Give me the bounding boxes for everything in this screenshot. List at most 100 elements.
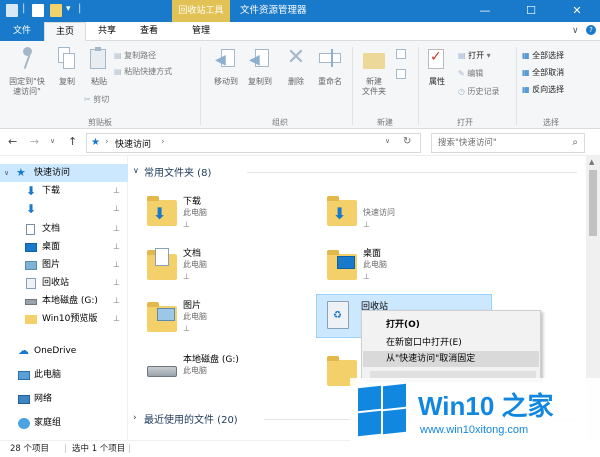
folder-item-downloads[interactable]: ⬇ 下载 此电脑 ⊥ (139, 190, 309, 236)
network-icon (18, 395, 30, 404)
folder-item-documents[interactable]: 文档 此电脑 ⊥ (139, 242, 309, 288)
copy-to-button[interactable]: ◀ 复制到 (242, 47, 278, 87)
sidebar-item-homegroup[interactable]: 家庭组 (0, 414, 128, 432)
qa-dropdown-icon[interactable]: ▾ (66, 4, 71, 14)
section-title-frequent[interactable]: 常用文件夹 (8) (144, 164, 211, 179)
tab-share[interactable]: 共享 (86, 22, 128, 41)
section-collapse-icon[interactable]: ∨ (133, 166, 139, 175)
scroll-up-icon[interactable]: ▲ (589, 158, 594, 166)
section-expand-icon[interactable]: › (133, 413, 137, 423)
move-to-button[interactable]: ◀ 移动到 (208, 47, 244, 87)
new-folder-icon (363, 47, 385, 71)
properties-button[interactable]: ✓ 属性 (422, 47, 452, 87)
pin-to-quick-access-button[interactable]: 固定到"快 速访问" (4, 47, 50, 97)
move-to-icon: ◀ (215, 47, 237, 71)
copy-button[interactable]: 复制 (52, 47, 82, 87)
tab-view[interactable]: 查看 (128, 22, 170, 41)
sidebar-item-onedrive[interactable]: ☁ OneDrive (0, 342, 128, 360)
expand-chevron-icon[interactable]: ∨ (4, 164, 9, 182)
paste-button[interactable]: 粘贴 (84, 47, 114, 87)
invert-selection-button[interactable]: ▦ 反向选择 (522, 85, 564, 95)
sidebar-item-label: 本地磁盘 (G:) (42, 296, 98, 306)
delete-button[interactable]: ✕ 删除 (282, 47, 310, 87)
sidebar-item-downloads-2[interactable]: ⬇ ⊥ (0, 200, 128, 218)
pin-icon: ⊥ (363, 272, 370, 281)
search-input[interactable]: 搜索"快速访问" ⌕ (431, 133, 585, 153)
properties-quick-icon[interactable] (32, 4, 44, 17)
paste-label: 粘贴 (91, 77, 107, 86)
item-location: 快速访问 (363, 208, 395, 217)
sidebar-item-recycle-bin[interactable]: 回收站 ⊥ (0, 274, 128, 292)
recent-locations-button[interactable]: ∨ (50, 137, 55, 145)
copy-path-label: 复制路径 (124, 51, 157, 60)
new-folder-quick-icon[interactable] (50, 4, 62, 17)
new-folder-button[interactable]: 新建 文件夹 (356, 47, 392, 97)
sidebar-item-label: 此电脑 (34, 370, 62, 380)
sidebar-item-drive-g[interactable]: 本地磁盘 (G:) ⊥ (0, 292, 128, 310)
new-item-icon[interactable] (396, 49, 406, 59)
onedrive-icon: ☁ (18, 344, 29, 357)
address-bar[interactable]: ★ › 快速访问 › ∨ ↻ (86, 133, 421, 153)
ribbon-collapse-icon[interactable]: ∨ (572, 26, 579, 36)
refresh-icon[interactable]: ↻ (403, 136, 411, 147)
drive-item-g[interactable]: 本地磁盘 (G:) 此电脑 (139, 348, 309, 394)
folder-item-pictures[interactable]: 图片 此电脑 ⊥ (139, 294, 309, 340)
status-separator: | (128, 444, 131, 454)
cut-button[interactable]: ✂ 剪切 (84, 95, 109, 105)
pin-icon: ⊥ (363, 220, 370, 229)
item-location: 此电脑 (363, 260, 387, 269)
pin-icon: ⊥ (113, 186, 120, 195)
tab-manage[interactable]: 管理 (176, 22, 226, 41)
sidebar-item-pictures[interactable]: 图片 ⊥ (0, 256, 128, 274)
sidebar-item-documents[interactable]: 文档 ⊥ (0, 220, 128, 238)
tab-home[interactable]: 主页 (44, 22, 86, 42)
forward-button[interactable]: → (30, 135, 39, 148)
back-button[interactable]: ← (8, 135, 17, 148)
context-tab-recycle-tools[interactable]: 回收站工具 (172, 0, 230, 22)
paste-shortcut-button[interactable]: ▤ 粘贴快捷方式 (114, 67, 172, 77)
menu-item-open-new-window[interactable]: 在新窗口中打开(E) (386, 335, 462, 348)
drive-icon (147, 366, 177, 377)
group-separator (352, 47, 353, 125)
maximize-button[interactable]: ☐ (508, 0, 554, 22)
select-all-button[interactable]: ▦ 全部选择 (522, 51, 564, 61)
rename-button[interactable]: 重命名 (312, 47, 348, 87)
folder-item-desktop[interactable]: 桌面 此电脑 ⊥ (319, 242, 489, 288)
sidebar-item-this-pc[interactable]: 此电脑 (0, 366, 128, 384)
copy-path-button[interactable]: ▤ 复制路径 (114, 51, 156, 61)
open-button[interactable]: ▤ 打开 ▾ (458, 51, 491, 61)
cut-label: 剪切 (93, 95, 110, 104)
tab-file[interactable]: 文件 (0, 22, 44, 41)
address-dropdown-icon[interactable]: ∨ (385, 137, 390, 145)
sidebar-item-downloads[interactable]: ⬇ 下载 ⊥ (0, 182, 128, 200)
breadcrumb[interactable]: 快速访问 (115, 137, 151, 150)
menu-item-open[interactable]: 打开(O) (386, 317, 420, 330)
pin-icon: ⊥ (183, 272, 190, 281)
watermark-url: www.win10xitong.com (420, 424, 529, 436)
sidebar-item-desktop[interactable]: 桌面 ⊥ (0, 238, 128, 256)
menu-item-unpin-quick-access[interactable]: 从"快速访问"取消固定 (363, 351, 539, 367)
desktop-icon (337, 256, 355, 269)
sidebar-item-network[interactable]: 网络 (0, 390, 128, 408)
folder-item-downloads-2[interactable]: ⬇ 快速访问 ⊥ (319, 190, 489, 236)
sidebar-item-quick-access[interactable]: ∨ ★ 快速访问 (0, 164, 128, 182)
minimize-button[interactable]: — (462, 0, 508, 22)
invert-selection-label: 反向选择 (532, 85, 565, 94)
select-none-button[interactable]: ▦ 全部取消 (522, 68, 564, 78)
edit-button[interactable]: ✎ 编辑 (458, 69, 483, 79)
section-title-recent[interactable]: 最近使用的文件 (20) (144, 411, 238, 426)
invert-selection-icon: ▦ (522, 85, 530, 94)
up-button[interactable]: ↑ (68, 135, 77, 148)
status-separator: | (64, 444, 67, 454)
close-button[interactable]: ✕ (554, 0, 600, 22)
ribbon: 固定到"快 速访问" 复制 粘贴 ▤ 复制路径 ▤ 粘贴快捷方式 ✂ 剪切 剪贴… (0, 41, 600, 129)
history-button[interactable]: ◷ 历史记录 (458, 87, 500, 97)
scrollbar-thumb[interactable] (589, 170, 597, 236)
properties-label: 属性 (429, 77, 445, 86)
rename-label: 重命名 (318, 77, 342, 86)
history-label: 历史记录 (467, 87, 500, 96)
scissors-icon: ✂ (84, 95, 91, 104)
easy-access-icon[interactable] (396, 69, 406, 79)
sidebar-item-win10-preview[interactable]: Win10预览版 ⊥ (0, 310, 128, 328)
help-icon[interactable]: ? (586, 25, 596, 35)
